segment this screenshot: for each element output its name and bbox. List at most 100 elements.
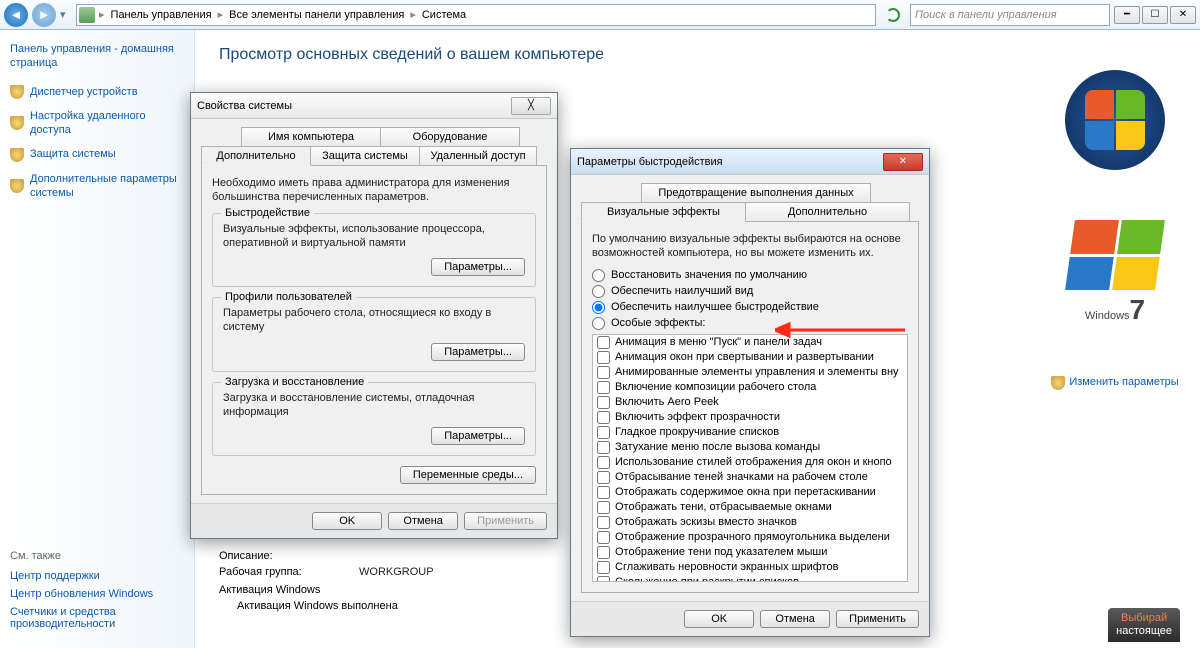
profiles-settings-button[interactable]: Параметры... — [431, 343, 525, 361]
checkbox-input[interactable] — [597, 546, 610, 559]
search-input[interactable]: Поиск в панели управления — [910, 4, 1110, 26]
check-item[interactable]: Сглаживать неровности экранных шрифтов — [593, 560, 907, 575]
radio-option[interactable]: Обеспечить наилучшее быстродействие — [592, 301, 908, 314]
dialog-close-button[interactable]: ╳ — [511, 97, 551, 115]
checkbox-input[interactable] — [597, 486, 610, 499]
check-item[interactable]: Анимация окон при свертывании и разверты… — [593, 350, 907, 365]
checkbox-input[interactable] — [597, 336, 610, 349]
checkbox-input[interactable] — [597, 516, 610, 529]
check-item[interactable]: Анимация в меню "Пуск" и панели задач — [593, 335, 907, 350]
apply-button[interactable]: Применить — [464, 512, 547, 530]
radio-input[interactable] — [592, 269, 605, 282]
checkbox-input[interactable] — [597, 351, 610, 364]
performance-settings-button[interactable]: Параметры... — [431, 258, 525, 276]
nav-forward-button[interactable]: ► — [32, 3, 56, 27]
checkbox-input[interactable] — [597, 381, 610, 394]
checkbox-label: Отображение прозрачного прямоугольника в… — [615, 531, 890, 543]
tab-visual-effects[interactable]: Визуальные эффекты — [581, 202, 746, 222]
sidebar-link-remote[interactable]: Настройка удаленного доступа — [10, 109, 184, 138]
footer-link-support[interactable]: Центр поддержки — [10, 570, 185, 582]
checkbox-input[interactable] — [597, 501, 610, 514]
nav-history-dropdown[interactable]: ▾ — [60, 8, 72, 21]
checkbox-input[interactable] — [597, 426, 610, 439]
dialog-close-button[interactable]: ✕ — [883, 153, 923, 171]
check-item[interactable]: Включить эффект прозрачности — [593, 410, 907, 425]
checkbox-input[interactable] — [597, 366, 610, 379]
radio-option[interactable]: Восстановить значения по умолчанию — [592, 269, 908, 282]
check-item[interactable]: Скольжение при раскрытии списков — [593, 575, 907, 582]
cancel-button[interactable]: Отмена — [760, 610, 830, 628]
sidebar-link-advanced[interactable]: Дополнительные параметры системы — [10, 172, 184, 201]
radio-input[interactable] — [592, 285, 605, 298]
tab-advanced[interactable]: Дополнительно — [745, 202, 910, 221]
check-item[interactable]: Отображать тени, отбрасываемые окнами — [593, 500, 907, 515]
change-params-link[interactable]: Изменить параметры — [1051, 376, 1178, 390]
close-button[interactable]: ✕ — [1170, 6, 1196, 24]
check-item[interactable]: Отображение прозрачного прямоугольника в… — [593, 530, 907, 545]
check-item[interactable]: Включить Aero Peek — [593, 395, 907, 410]
chevron-right-icon: ▸ — [97, 8, 107, 21]
checkbox-input[interactable] — [597, 471, 610, 484]
checkbox-label: Включить эффект прозрачности — [615, 411, 780, 423]
dialog-titlebar[interactable]: Параметры быстродействия ✕ — [571, 149, 929, 175]
footer-link-perf[interactable]: Счетчики и средства производительности — [10, 606, 185, 630]
radio-input[interactable] — [592, 301, 605, 314]
checkbox-input[interactable] — [597, 441, 610, 454]
checkbox-input[interactable] — [597, 396, 610, 409]
radio-option[interactable]: Особые эффекты: — [592, 317, 908, 330]
checkbox-input[interactable] — [597, 411, 610, 424]
nav-back-button[interactable]: ◄ — [4, 3, 28, 27]
footer-link-update[interactable]: Центр обновления Windows — [10, 588, 185, 600]
check-item[interactable]: Отображать содержимое окна при перетаски… — [593, 485, 907, 500]
radio-label: Обеспечить наилучший вид — [611, 285, 753, 297]
dialog-buttons: OK Отмена Применить — [191, 503, 557, 538]
tab-computer-name[interactable]: Имя компьютера — [241, 127, 381, 146]
radio-option[interactable]: Обеспечить наилучший вид — [592, 285, 908, 298]
breadcrumb-bar[interactable]: ▸ Панель управления ▸ Все элементы панел… — [76, 4, 876, 26]
breadcrumb-item[interactable]: Все элементы панели управления — [227, 9, 406, 21]
right-column: Windows7 Изменить параметры — [1030, 30, 1200, 648]
ok-button[interactable]: OK — [684, 610, 754, 628]
checkbox-input[interactable] — [597, 576, 610, 582]
effects-checklist[interactable]: Анимация в меню "Пуск" и панели задачАни… — [592, 334, 908, 582]
check-item[interactable]: Затухание меню после вызова команды — [593, 440, 907, 455]
chevron-right-icon: ▸ — [216, 8, 226, 21]
check-item[interactable]: Включение композиции рабочего стола — [593, 380, 907, 395]
tab-panel-advanced: Необходимо иметь права администратора дл… — [201, 165, 547, 495]
checkbox-input[interactable] — [597, 561, 610, 574]
apply-button[interactable]: Применить — [836, 610, 919, 628]
check-item[interactable]: Использование стилей отображения для око… — [593, 455, 907, 470]
sidebar-home-link[interactable]: Панель управления - домашняя страница — [10, 42, 184, 71]
checkbox-label: Гладкое прокручивание списков — [615, 426, 779, 438]
check-item[interactable]: Гладкое прокручивание списков — [593, 425, 907, 440]
minimize-button[interactable]: ━ — [1114, 6, 1140, 24]
maximize-button[interactable]: ☐ — [1142, 6, 1168, 24]
radio-input[interactable] — [592, 317, 605, 330]
group-desc: Загрузка и восстановление системы, отлад… — [223, 391, 525, 420]
check-item[interactable]: Анимированные элементы управления и элем… — [593, 365, 907, 380]
env-vars-button[interactable]: Переменные среды... — [400, 466, 536, 484]
activation-section: Активация Windows — [219, 584, 434, 596]
checkbox-label: Включение композиции рабочего стола — [615, 381, 816, 393]
checkbox-input[interactable] — [597, 456, 610, 469]
breadcrumb-item[interactable]: Система — [420, 9, 468, 21]
shield-icon — [1051, 376, 1065, 390]
sidebar-link-protection[interactable]: Защита системы — [10, 147, 184, 161]
tab-protection[interactable]: Защита системы — [310, 146, 420, 165]
profiles-groupbox: Профили пользователей Параметры рабочего… — [212, 297, 536, 372]
sidebar-link-device-manager[interactable]: Диспетчер устройств — [10, 85, 184, 99]
checkbox-input[interactable] — [597, 531, 610, 544]
check-item[interactable]: Отображать эскизы вместо значков — [593, 515, 907, 530]
tab-hardware[interactable]: Оборудование — [380, 127, 520, 146]
cancel-button[interactable]: Отмена — [388, 512, 458, 530]
tab-remote[interactable]: Удаленный доступ — [419, 146, 537, 165]
refresh-button[interactable] — [880, 3, 906, 27]
check-item[interactable]: Отображение тени под указателем мыши — [593, 545, 907, 560]
breadcrumb-item[interactable]: Панель управления — [109, 9, 214, 21]
check-item[interactable]: Отбрасывание теней значками на рабочем с… — [593, 470, 907, 485]
startup-settings-button[interactable]: Параметры... — [431, 427, 525, 445]
ok-button[interactable]: OK — [312, 512, 382, 530]
tab-dep[interactable]: Предотвращение выполнения данных — [641, 183, 871, 202]
tab-advanced[interactable]: Дополнительно — [201, 146, 311, 166]
dialog-titlebar[interactable]: Свойства системы ╳ — [191, 93, 557, 119]
